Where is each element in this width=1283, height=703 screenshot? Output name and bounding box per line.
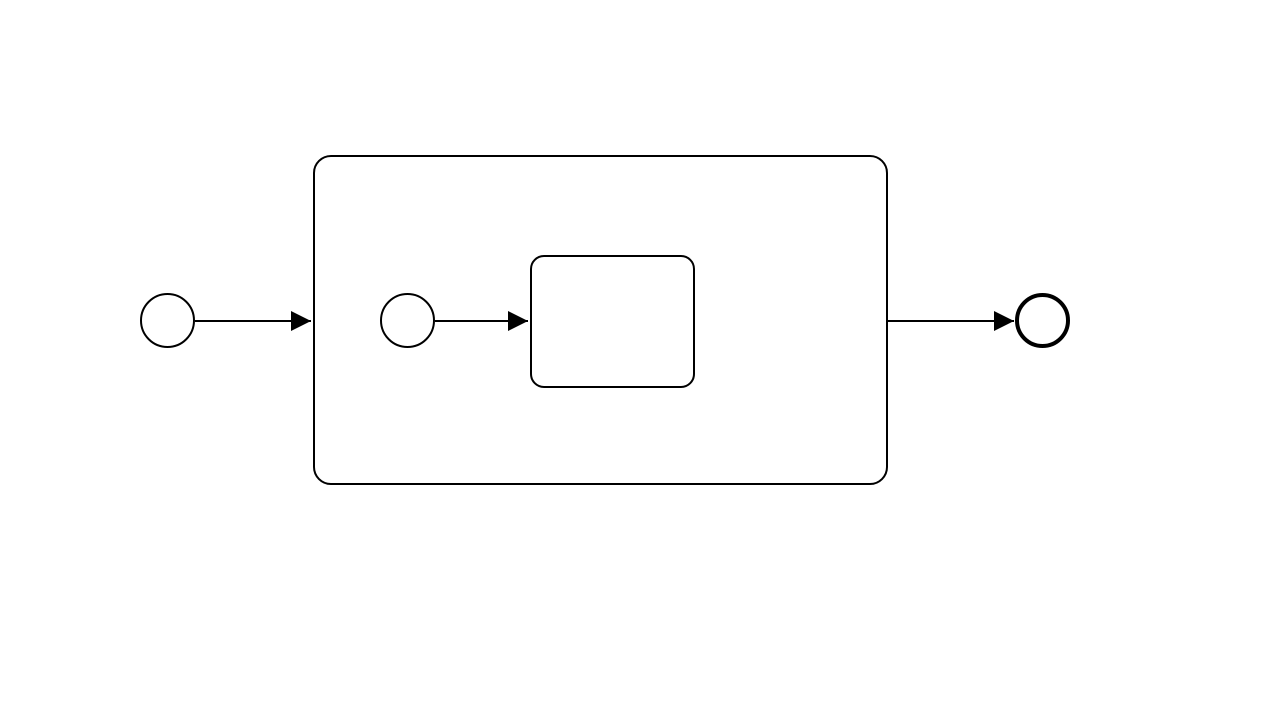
end-event[interactable] bbox=[1015, 293, 1070, 348]
diagram-canvas[interactable] bbox=[0, 0, 1283, 703]
flow-outer-start-to-subprocess bbox=[195, 310, 315, 332]
outer-start-event[interactable] bbox=[140, 293, 195, 348]
inner-task[interactable] bbox=[530, 255, 695, 388]
flow-subprocess-to-end bbox=[888, 310, 1018, 332]
inner-start-event[interactable] bbox=[380, 293, 435, 348]
